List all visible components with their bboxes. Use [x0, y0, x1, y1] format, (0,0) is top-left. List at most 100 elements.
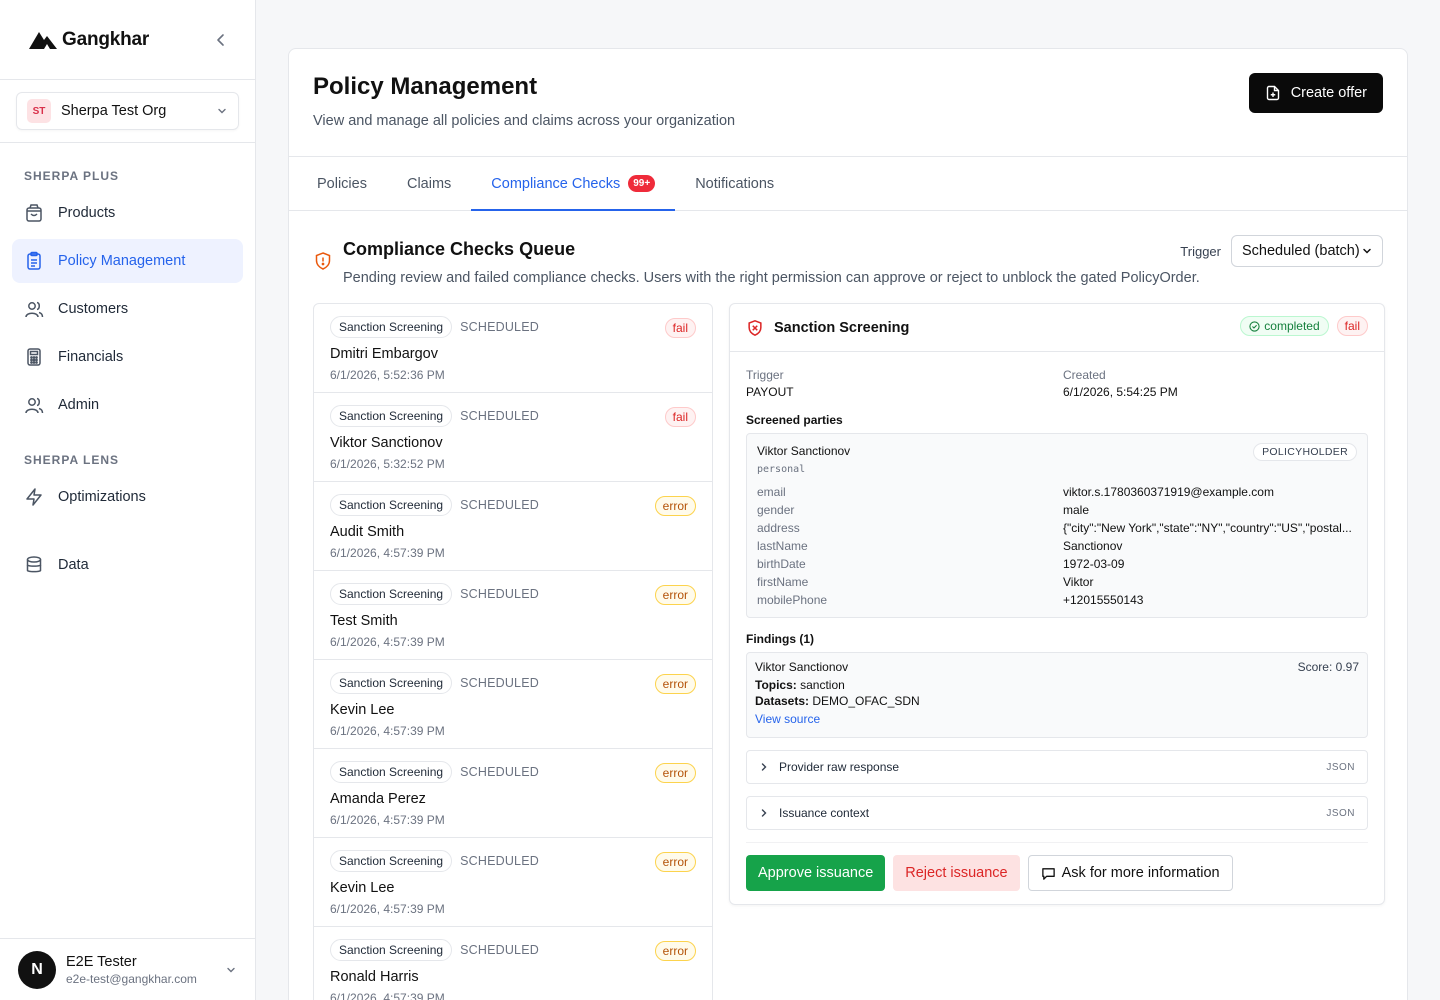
create-offer-button[interactable]: Create offer: [1248, 73, 1383, 113]
check-type-pill: Sanction Screening: [330, 761, 453, 783]
list-item[interactable]: Sanction Screening SCHEDULED fail Viktor …: [314, 393, 712, 482]
list-item[interactable]: Sanction Screening SCHEDULED error Ronald…: [314, 927, 712, 1000]
shopping-bag-icon: [26, 204, 42, 222]
topics-label: Topics:: [755, 678, 797, 692]
check-type-pill: Sanction Screening: [330, 939, 453, 961]
tab-notifications[interactable]: Notifications: [675, 157, 794, 210]
shield-x-icon: [748, 319, 762, 336]
status-badge: error: [654, 674, 696, 694]
trigger-label: Trigger: [1180, 243, 1221, 259]
check-party-name: Ronald Harris: [330, 969, 419, 985]
create-offer-label: Create offer: [1290, 85, 1367, 101]
reject-issuance-button[interactable]: Reject issuance: [893, 855, 1020, 891]
attr-value: viktor.s.1780360371919@example.com: [1063, 485, 1274, 499]
sidebar-item-optimizations[interactable]: Optimizations: [12, 475, 243, 519]
check-trigger: SCHEDULED: [460, 943, 539, 957]
list-item[interactable]: Sanction Screening SCHEDULED error Amanda…: [314, 749, 712, 838]
attr-value: {"city":"New York","state":"NY","country…: [1063, 521, 1352, 535]
status-badge: fail: [1336, 316, 1368, 336]
users-icon: [25, 301, 44, 318]
check-party-name: Kevin Lee: [330, 702, 395, 718]
attr-key: gender: [757, 503, 795, 517]
status-badge: error: [654, 585, 696, 605]
sidebar-item-label: Financials: [58, 349, 124, 365]
logo[interactable]: Gangkhar: [28, 29, 149, 51]
topics-value: sanction: [796, 678, 845, 692]
attr-key: mobilePhone: [757, 593, 828, 607]
attr-key: lastName: [757, 539, 808, 553]
trigger-select-value: Scheduled (batch): [1242, 243, 1360, 259]
check-date: 6/1/2026, 5:52:36 PM: [330, 368, 445, 382]
tab-policies[interactable]: Policies: [313, 157, 387, 210]
check-trigger: SCHEDULED: [460, 320, 539, 334]
json-tag: JSON: [1326, 761, 1355, 773]
sidebar-item-admin[interactable]: Admin: [12, 383, 243, 427]
chevron-left-icon: [217, 34, 224, 46]
avatar: N: [18, 950, 56, 989]
check-date: 6/1/2026, 5:32:52 PM: [330, 457, 445, 471]
attr-value: 1972-03-09: [1063, 557, 1125, 571]
party-card: Viktor Sanctionov personal POLICYHOLDER …: [746, 433, 1368, 618]
section-title-sherpa-plus: SHERPA PLUS: [24, 169, 120, 183]
sidebar-item-products[interactable]: Products: [12, 191, 243, 235]
list-item[interactable]: Sanction Screening SCHEDULED fail Dmitri …: [314, 304, 712, 393]
sidebar-item-label: Products: [58, 205, 116, 221]
collapse-label: Provider raw response: [779, 760, 900, 774]
check-date: 6/1/2026, 4:57:39 PM: [330, 546, 445, 560]
view-source-link[interactable]: View source: [755, 712, 820, 726]
created-value: 6/1/2026, 5:54:25 PM: [1063, 385, 1178, 399]
tab-compliance-checks[interactable]: Compliance Checks 99+: [471, 157, 676, 211]
sidebar-item-label: Policy Management: [58, 253, 186, 269]
check-party-name: Kevin Lee: [330, 880, 395, 896]
trigger-select[interactable]: Scheduled (batch): [1231, 235, 1383, 267]
check-date: 6/1/2026, 4:57:39 PM: [330, 635, 445, 649]
main-card: Policy Management View and manage all po…: [288, 48, 1408, 1000]
list-item[interactable]: Sanction Screening SCHEDULED error Audit …: [314, 482, 712, 571]
count-badge: 99+: [628, 175, 656, 192]
collapse-label: Issuance context: [779, 806, 870, 820]
screened-parties-title: Screened parties: [746, 413, 843, 427]
sidebar: Gangkhar ST Sherpa Test Org SHERPA PLUS …: [0, 0, 256, 1000]
tab-claims[interactable]: Claims: [387, 157, 471, 210]
sidebar-item-label: Optimizations: [58, 489, 146, 505]
list-item[interactable]: Sanction Screening SCHEDULED error Kevin …: [314, 660, 712, 749]
list-item[interactable]: Sanction Screening SCHEDULED error Kevin …: [314, 838, 712, 927]
queue-title: Compliance Checks Queue: [343, 239, 576, 259]
check-party-name: Dmitri Embargov: [330, 346, 438, 362]
sidebar-item-policy-management[interactable]: Policy Management: [12, 239, 243, 283]
list-item[interactable]: Sanction Screening SCHEDULED error Test S…: [314, 571, 712, 660]
check-party-name: Amanda Perez: [330, 791, 426, 807]
status-badge: fail: [664, 407, 696, 427]
check-circle-icon: [1249, 320, 1260, 332]
check-type-pill: Sanction Screening: [330, 672, 453, 694]
approve-issuance-button[interactable]: Approve issuance: [746, 855, 886, 891]
database-icon: [26, 556, 42, 573]
page-subtitle: View and manage all policies and claims …: [313, 113, 736, 129]
check-date: 6/1/2026, 4:57:39 PM: [330, 902, 445, 916]
tab-label: Notifications: [695, 175, 775, 192]
user-menu[interactable]: N E2E Tester e2e-test@gangkhar.com: [0, 938, 255, 1000]
tab-label: Policies: [317, 175, 367, 192]
ask-more-info-button[interactable]: Ask for more information: [1027, 855, 1233, 891]
finding-datasets: Datasets: DEMO_OFAC_SDN: [755, 694, 1359, 708]
issuance-context-toggle[interactable]: Issuance context JSON: [746, 796, 1368, 830]
sidebar-item-financials[interactable]: Financials: [12, 335, 243, 379]
org-initials-badge: ST: [27, 99, 51, 123]
sidebar-item-data[interactable]: Data: [12, 543, 243, 587]
check-date: 6/1/2026, 4:57:39 PM: [330, 991, 445, 1000]
org-name: Sherpa Test Org: [61, 103, 167, 119]
org-selector[interactable]: ST Sherpa Test Org: [16, 92, 239, 130]
brand-bar: Gangkhar: [0, 0, 255, 80]
page-title: Policy Management: [313, 73, 538, 100]
collapse-sidebar-button[interactable]: [211, 30, 231, 50]
check-party-name: Test Smith: [330, 613, 398, 629]
check-trigger: SCHEDULED: [460, 854, 539, 868]
sidebar-item-customers[interactable]: Customers: [12, 287, 243, 331]
party-role-badge: POLICYHOLDER: [1253, 443, 1357, 461]
check-type-pill: Sanction Screening: [330, 494, 453, 516]
provider-raw-response-toggle[interactable]: Provider raw response JSON: [746, 750, 1368, 784]
check-trigger: SCHEDULED: [460, 409, 539, 423]
party-type: personal: [757, 464, 806, 475]
status-badge: fail: [664, 318, 696, 338]
check-trigger: SCHEDULED: [460, 765, 539, 779]
